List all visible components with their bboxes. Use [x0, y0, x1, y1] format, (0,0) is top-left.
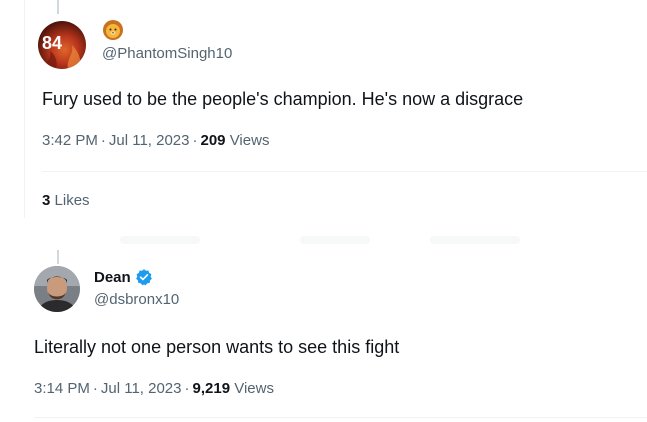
avatar[interactable]: 84	[38, 21, 86, 69]
tweet-meta: 3:42 PM · Jul 11, 2023 · 209 Views	[42, 132, 269, 149]
thread-border-line	[24, 0, 25, 218]
tweet-time: 3:14 PM	[34, 380, 90, 397]
separator-dot: ·	[184, 380, 190, 397]
likes-link[interactable]: 3 Likes	[42, 192, 90, 209]
tweet-thread: 84 @PhantomSingh10 Fury used to be the p…	[0, 0, 647, 422]
views-count: 209	[200, 132, 226, 149]
faded-placeholder	[430, 236, 520, 244]
display-name-text: Dean	[94, 268, 131, 286]
thread-connector-line	[57, 250, 59, 264]
likes-label: Likes	[54, 192, 90, 209]
user-handle[interactable]: @dsbronx10	[94, 291, 179, 308]
separator-dot: ·	[192, 132, 198, 149]
likes-count: 3	[42, 192, 51, 209]
views-label: Views	[234, 380, 274, 397]
tweet-date: Jul 11, 2023	[100, 380, 182, 397]
tweet-meta: 3:14 PM · Jul 11, 2023 · 9,219 Views	[34, 380, 274, 397]
divider	[42, 171, 647, 172]
avatar-number: 84	[42, 33, 62, 53]
tweet-text: Literally not one person wants to see th…	[34, 337, 400, 357]
tweet-text: Fury used to be the people's champion. H…	[42, 89, 524, 109]
tweet-timestamp[interactable]: 3:14 PM · Jul 11, 2023	[34, 380, 182, 397]
divider	[34, 417, 647, 418]
lion-face-icon	[102, 19, 124, 41]
tweet-card[interactable]: 84 @PhantomSingh10 Fury used to be the p…	[0, 0, 647, 222]
faded-placeholder	[120, 236, 200, 244]
views-count: 9,219	[192, 380, 231, 397]
user-handle[interactable]: @PhantomSingh10	[102, 45, 232, 62]
thread-connector-line	[57, 0, 59, 14]
tweet-time: 3:42 PM	[42, 132, 98, 149]
verified-badge-icon	[135, 268, 153, 286]
tweet-timestamp[interactable]: 3:42 PM · Jul 11, 2023	[42, 132, 190, 149]
tweet-date: Jul 11, 2023	[108, 132, 190, 149]
faded-placeholder	[300, 236, 370, 244]
separator-dot: ·	[100, 132, 106, 149]
display-name[interactable]: Dean	[94, 268, 153, 286]
avatar[interactable]	[34, 266, 80, 312]
separator-dot: ·	[92, 380, 98, 397]
views-label: Views	[229, 132, 270, 149]
